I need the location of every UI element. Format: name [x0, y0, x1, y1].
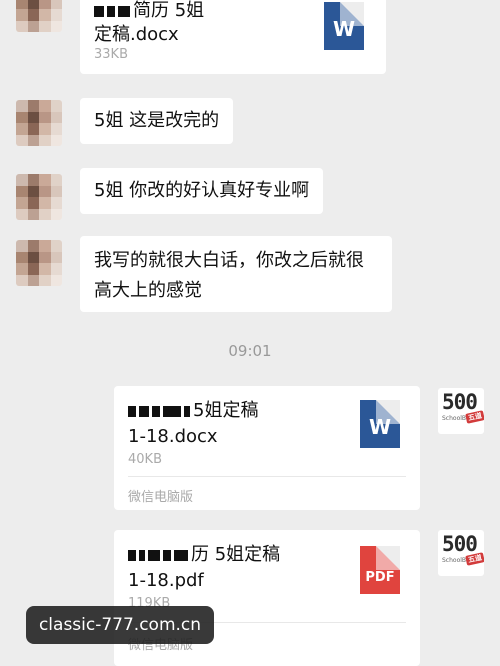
- file-source-label: 微信电脑版: [128, 490, 194, 505]
- contact-avatar[interactable]: [16, 100, 62, 146]
- avatar-pixelated-image: [16, 0, 62, 32]
- text-message-bubble[interactable]: 我写的就很大白话，你改之后就很 高大上的感觉: [80, 236, 392, 312]
- logo-500-text: 500: [442, 390, 478, 414]
- logo-badge: 五道: [465, 410, 484, 424]
- contact-avatar[interactable]: [16, 0, 62, 32]
- avatar-pixelated-image: [16, 174, 62, 220]
- watermark-label: classic-777.com.cn: [26, 606, 214, 644]
- pdf-file-icon: PDF: [360, 546, 400, 594]
- incoming-file-card[interactable]: 简历 5姐 定稿.docx 33KB W: [80, 0, 386, 74]
- divider: [128, 476, 406, 477]
- contact-avatar[interactable]: [16, 174, 62, 220]
- file-size: 33KB: [94, 47, 128, 62]
- avatar-pixelated-image: [16, 240, 62, 286]
- contact-avatar[interactable]: [16, 240, 62, 286]
- logo-badge: 五道: [465, 552, 484, 566]
- file-name-line2: 1-18.pdf: [128, 570, 204, 591]
- sender-avatar[interactable]: 500 SchoolBOX 五道: [438, 388, 484, 434]
- text-message-bubble[interactable]: 5姐 这是改完的: [80, 98, 234, 144]
- sender-avatar[interactable]: 500 SchoolBOX 五道: [438, 530, 484, 576]
- avatar-pixelated-image: [16, 100, 62, 146]
- chat-timestamp: 09:01: [228, 342, 272, 360]
- outgoing-file-card[interactable]: 5姐定稿 1-18.docx 40KB W 微信电脑版: [114, 386, 420, 510]
- text-message-line: 我写的就很大白话，你改之后就很: [94, 250, 364, 271]
- word-doc-icon: W: [324, 2, 364, 50]
- file-name-line2: 1-18.docx: [128, 426, 218, 447]
- outgoing-file-card[interactable]: 历 5姐定稿 1-18.pdf 119KB PDF 微信电脑版: [114, 530, 420, 666]
- text-message-line: 高大上的感觉: [94, 280, 202, 301]
- logo-500-text: 500: [442, 532, 478, 556]
- file-size: 40KB: [128, 452, 162, 467]
- file-name-line2: 定稿.docx: [94, 24, 179, 45]
- text-message-bubble[interactable]: 5姐 你改的好认真好专业啊: [80, 168, 324, 214]
- word-doc-icon: W: [360, 400, 400, 448]
